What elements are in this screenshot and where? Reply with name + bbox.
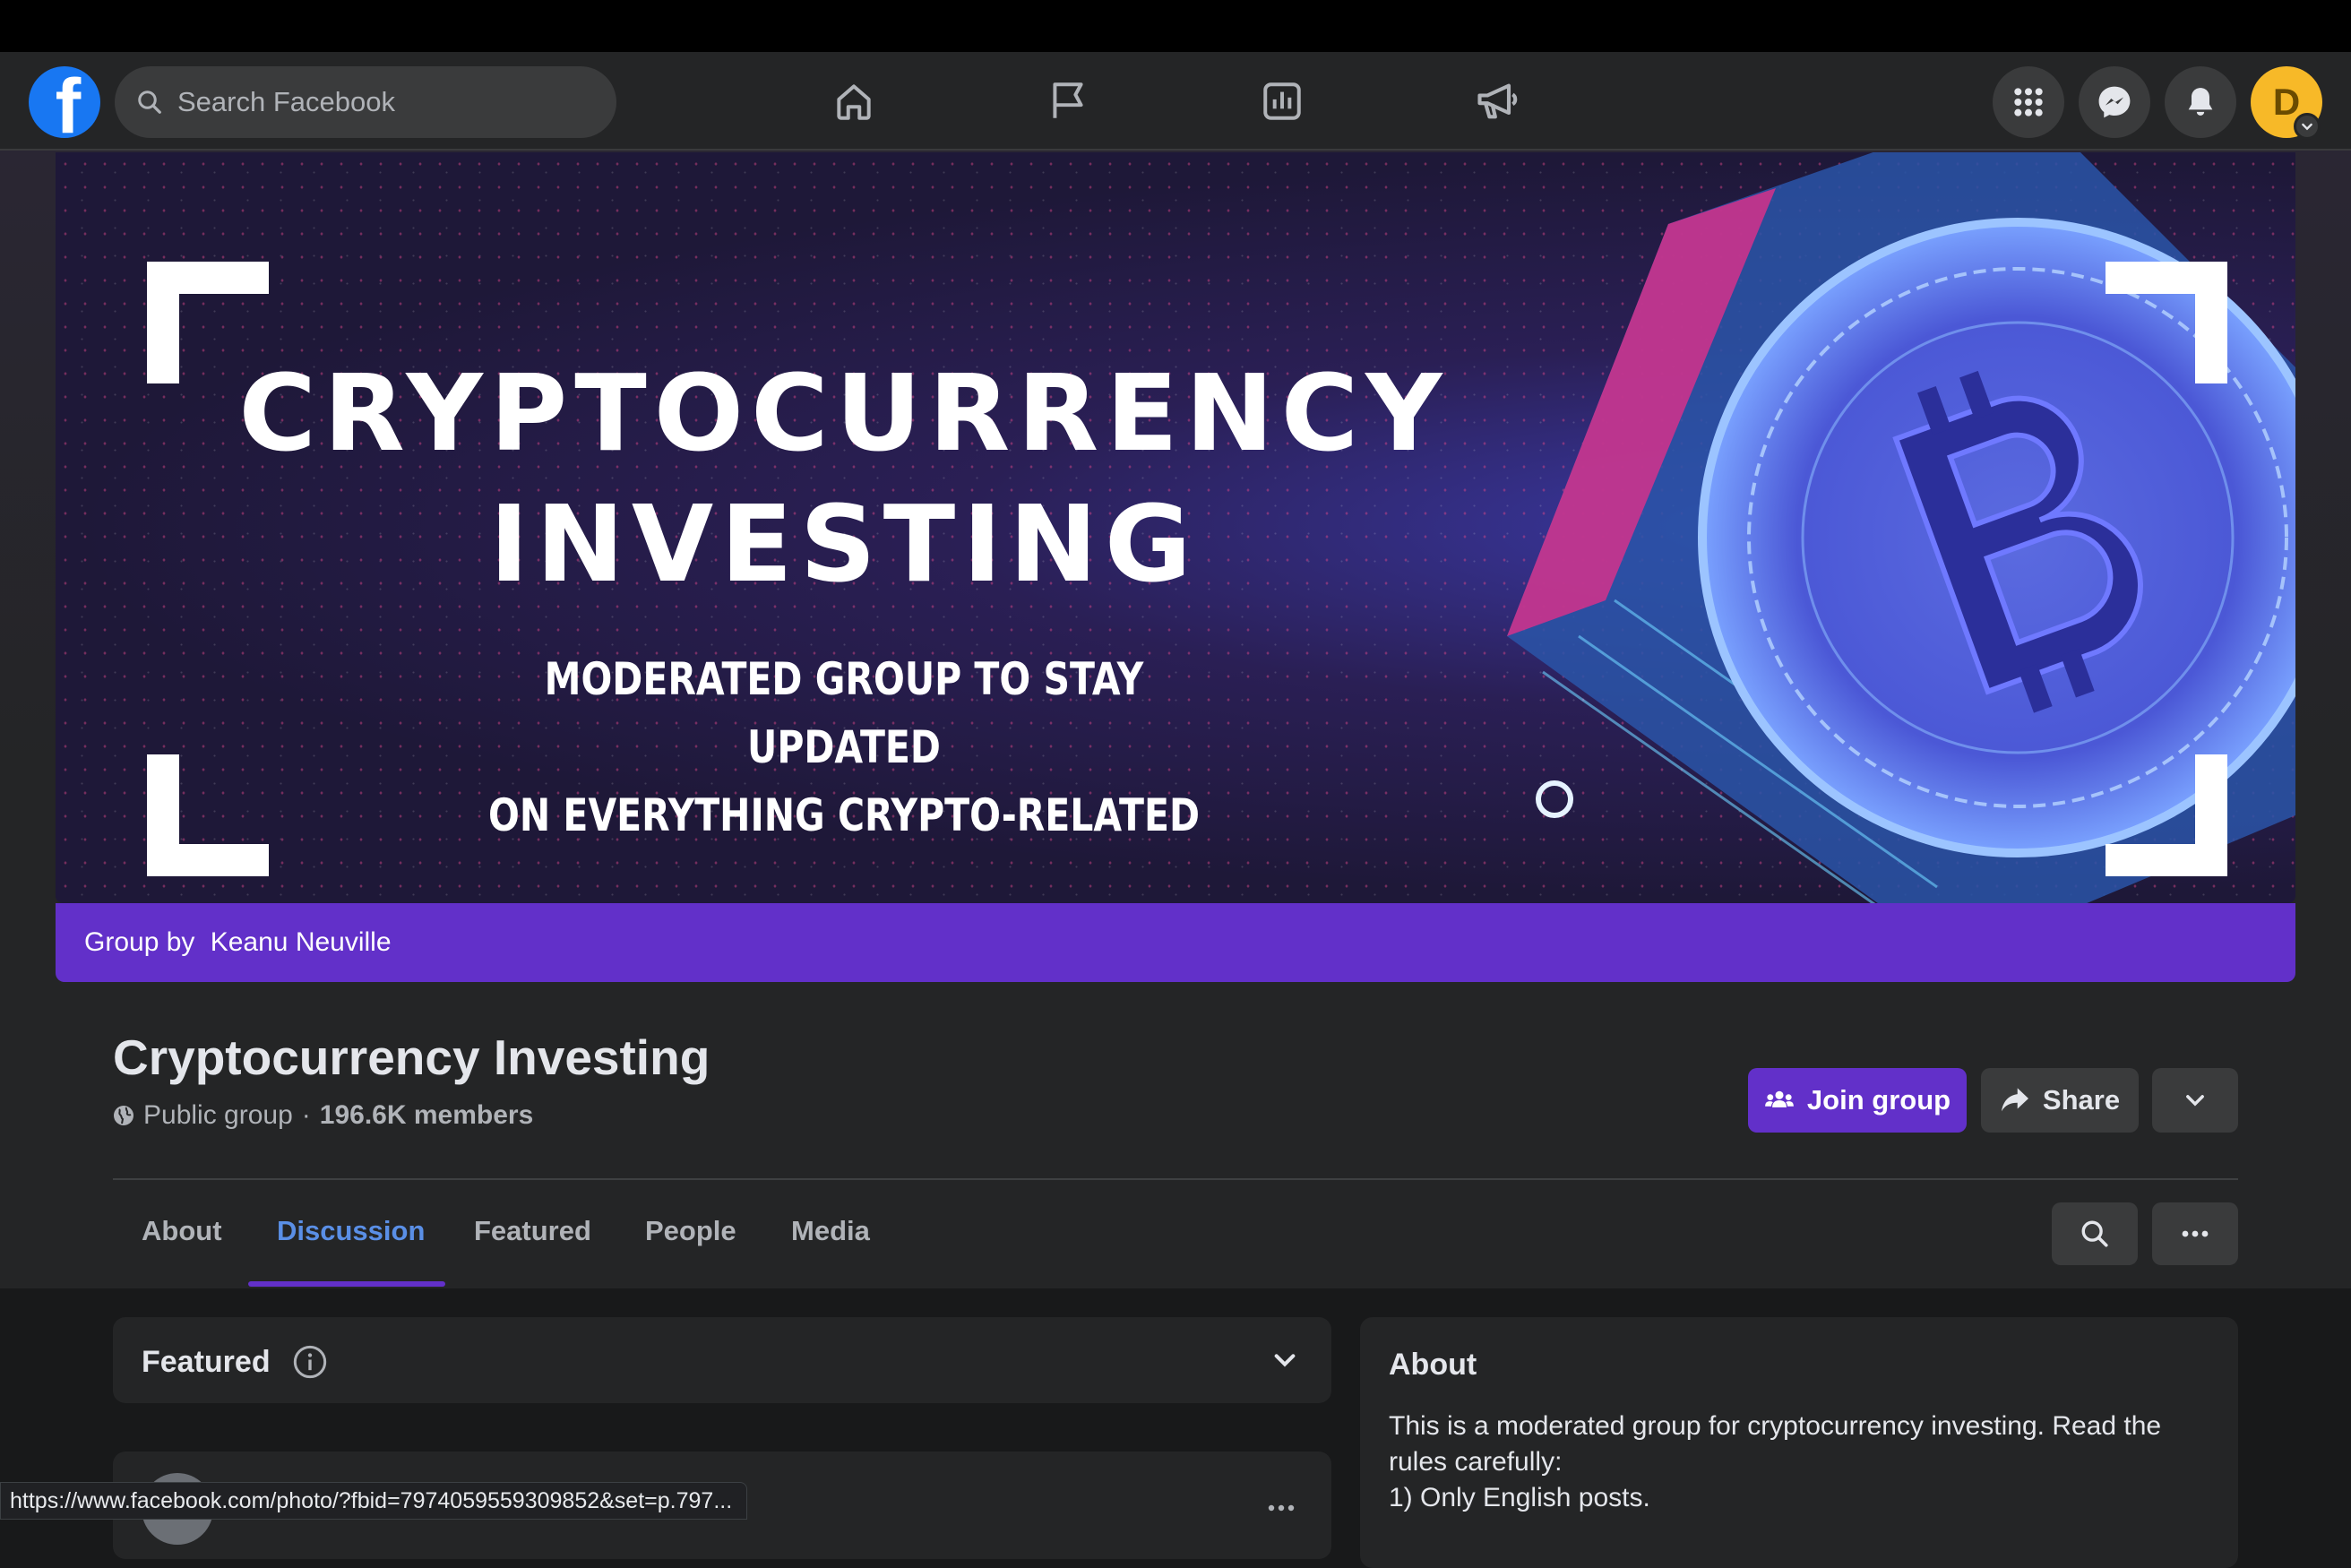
share-icon bbox=[2001, 1088, 2028, 1112]
cover-title: CRYPTOCURRENCY INVESTING bbox=[238, 351, 1450, 606]
megaphone-icon[interactable] bbox=[1468, 72, 1527, 131]
share-button[interactable]: Share bbox=[1981, 1068, 2139, 1133]
group-meta: Public group · 196.6K members bbox=[113, 1100, 533, 1131]
featured-title: Featured bbox=[142, 1344, 271, 1379]
group-search-button[interactable] bbox=[2052, 1202, 2138, 1265]
cover-subtitle: MODERATED GROUP TO STAY UPDATED ON EVERY… bbox=[487, 653, 1200, 841]
search-box[interactable] bbox=[115, 66, 616, 138]
tab-about[interactable]: About bbox=[142, 1215, 222, 1247]
home-icon[interactable] bbox=[824, 72, 883, 131]
chevron-down-icon[interactable] bbox=[2294, 113, 2321, 140]
more-dots-icon bbox=[2182, 1230, 2209, 1237]
tab-discussion[interactable]: Discussion bbox=[277, 1215, 425, 1247]
about-description: This is a moderated group for cryptocurr… bbox=[1389, 1411, 2162, 1512]
cover-photo[interactable]: CRYPTOCURRENCY INVESTING MODERATED GROUP… bbox=[56, 152, 2295, 903]
facebook-logo-icon[interactable]: f bbox=[29, 66, 100, 138]
messenger-icon[interactable] bbox=[2079, 66, 2150, 138]
browser-top-strip bbox=[0, 0, 2351, 52]
member-count[interactable]: 196.6K members bbox=[320, 1100, 533, 1131]
privacy-label: Public group bbox=[143, 1100, 293, 1130]
corner-bracket-icon bbox=[2106, 754, 2227, 876]
search-icon bbox=[138, 90, 161, 114]
info-icon[interactable] bbox=[292, 1344, 328, 1380]
featured-section[interactable]: Featured bbox=[113, 1317, 1331, 1403]
about-card: About This is a moderated group for cryp… bbox=[1360, 1317, 2238, 1568]
join-group-button[interactable]: Join group bbox=[1748, 1068, 1967, 1133]
more-options-button[interactable] bbox=[2152, 1068, 2238, 1133]
flag-icon[interactable] bbox=[1038, 72, 1098, 131]
group-owner-link[interactable]: Keanu Neuville bbox=[211, 927, 392, 958]
chevron-down-icon bbox=[2186, 1095, 2204, 1107]
browser-status-bar: https://www.facebook.com/photo/?fbid=797… bbox=[0, 1482, 748, 1520]
menu-grid-icon[interactable] bbox=[1993, 66, 2064, 138]
globe-icon bbox=[114, 1106, 133, 1125]
stats-icon[interactable] bbox=[1253, 72, 1312, 131]
group-by-banner: Group by Keanu Neuville bbox=[56, 903, 2295, 982]
search-input[interactable] bbox=[177, 86, 572, 118]
header-divider bbox=[113, 1178, 2238, 1180]
tab-media[interactable]: Media bbox=[791, 1215, 870, 1247]
more-dots-icon[interactable] bbox=[1267, 1503, 1296, 1512]
more-actions-button[interactable] bbox=[2152, 1202, 2238, 1265]
page-title: Cryptocurrency Investing bbox=[113, 1030, 710, 1085]
active-tab-indicator bbox=[248, 1281, 445, 1287]
chevron-down-icon[interactable] bbox=[1270, 1346, 1299, 1374]
search-icon bbox=[2081, 1220, 2108, 1247]
corner-bracket-icon bbox=[147, 754, 269, 876]
bell-icon[interactable] bbox=[2165, 66, 2236, 138]
about-title: About bbox=[1389, 1348, 1477, 1382]
tab-featured[interactable]: Featured bbox=[474, 1215, 591, 1247]
tab-people[interactable]: People bbox=[645, 1215, 736, 1247]
people-icon bbox=[1765, 1090, 1794, 1107]
top-navbar: f D bbox=[0, 52, 2351, 151]
corner-bracket-icon bbox=[2106, 262, 2227, 383]
